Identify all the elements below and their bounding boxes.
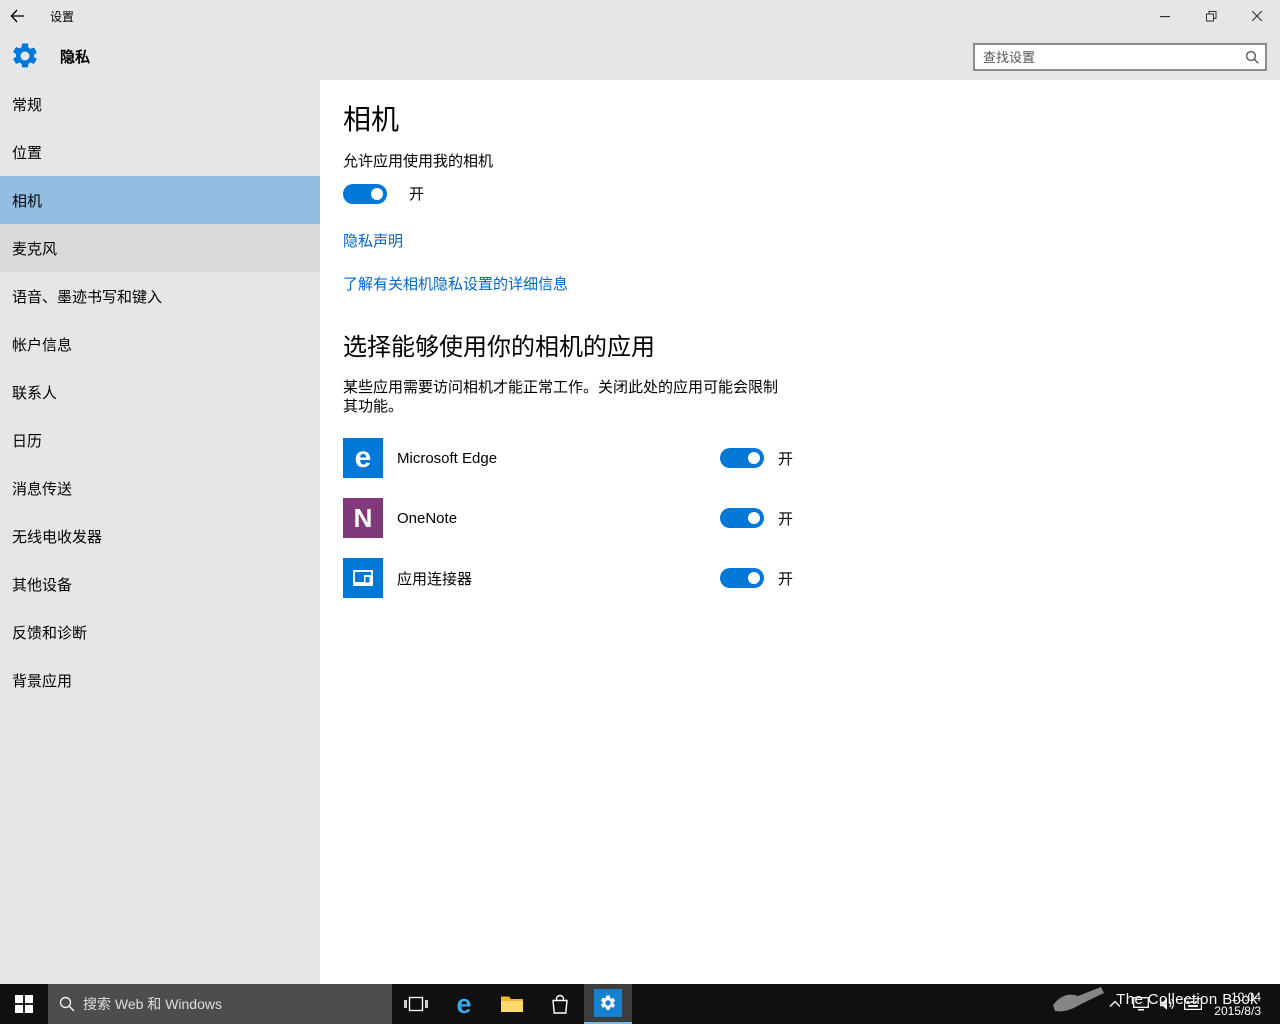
toggle-knob — [748, 572, 760, 584]
window-title: 设置 — [50, 8, 74, 25]
sidebar-item-speech-inking-typing[interactable]: 语音、墨迹书写和键入 — [0, 272, 320, 320]
app-name: OneNote — [397, 510, 720, 527]
sidebar-item-microphone[interactable]: 麦克风 — [0, 224, 320, 272]
sidebar-item-messaging[interactable]: 消息传送 — [0, 464, 320, 512]
task-view-icon — [404, 994, 428, 1014]
app-row-edge: e Microsoft Edge 开 — [343, 438, 1280, 478]
taskbar-clock[interactable]: 10:04 2015/8/3 — [1206, 990, 1275, 1018]
taskbar: e 10:04 2015/8/3 — [0, 984, 1280, 1024]
sidebar-item-background-apps[interactable]: 背景应用 — [0, 656, 320, 704]
system-tray: 10:04 2015/8/3 — [1102, 984, 1280, 1024]
privacy-sidebar: 常规 位置 相机 麦克风 语音、墨迹书写和键入 帐户信息 联系人 日历 消息传送… — [0, 80, 320, 984]
taskbar-settings-button[interactable] — [584, 984, 632, 1024]
sidebar-item-account-info[interactable]: 帐户信息 — [0, 320, 320, 368]
app-row-app-connector: 应用连接器 开 — [343, 558, 1280, 598]
sidebar-item-other-devices[interactable]: 其他设备 — [0, 560, 320, 608]
close-button[interactable] — [1234, 0, 1280, 32]
learn-more-link[interactable]: 了解有关相机隐私设置的详细信息 — [343, 273, 568, 294]
privacy-statement-link[interactable]: 隐私声明 — [343, 230, 403, 251]
search-icon[interactable] — [1239, 50, 1265, 64]
file-explorer-icon — [500, 994, 524, 1014]
onenote-camera-toggle[interactable] — [720, 508, 764, 528]
toggle-knob — [371, 188, 383, 200]
edge-app-icon: e — [343, 438, 383, 478]
sidebar-item-radios[interactable]: 无线电收发器 — [0, 512, 320, 560]
page-title: 隐私 — [60, 46, 90, 67]
minimize-button[interactable] — [1142, 0, 1188, 32]
caption-buttons — [1142, 0, 1280, 32]
restore-button[interactable] — [1188, 0, 1234, 32]
clock-time: 10:04 — [1214, 990, 1261, 1004]
edge-glyph: e — [355, 438, 372, 478]
app-name: 应用连接器 — [397, 568, 720, 589]
back-arrow-icon — [9, 8, 25, 24]
clock-date: 2015/8/3 — [1214, 1004, 1261, 1018]
onenote-toggle-state: 开 — [778, 508, 793, 529]
task-view-button[interactable] — [392, 984, 440, 1024]
settings-gear-icon — [9, 40, 41, 72]
onenote-glyph: N — [354, 503, 373, 534]
store-icon — [550, 993, 570, 1015]
app-connector-toggle-state: 开 — [778, 568, 793, 589]
close-icon — [1252, 11, 1262, 21]
settings-search-box[interactable] — [973, 43, 1267, 71]
taskbar-search-icon — [59, 996, 75, 1012]
minimize-icon — [1160, 11, 1170, 21]
app-connector-icon — [343, 558, 383, 598]
taskbar-search-input[interactable] — [83, 996, 392, 1012]
sidebar-item-feedback-diagnostics[interactable]: 反馈和诊断 — [0, 608, 320, 656]
network-display-icon — [1133, 997, 1149, 1011]
toggle-knob — [748, 512, 760, 524]
app-name: Microsoft Edge — [397, 450, 720, 467]
content-title: 相机 — [343, 102, 1280, 138]
edge-browser-icon: e — [456, 991, 471, 1018]
onenote-app-icon: N — [343, 498, 383, 538]
sidebar-item-camera[interactable]: 相机 — [0, 176, 320, 224]
back-button[interactable] — [0, 0, 34, 32]
allow-camera-label: 允许应用使用我的相机 — [343, 150, 1280, 171]
page-header: 隐私 — [0, 32, 90, 80]
windows-logo-icon — [15, 995, 33, 1013]
app-connector-camera-toggle[interactable] — [720, 568, 764, 588]
camera-master-toggle-row: 开 — [343, 183, 1280, 204]
choose-apps-description: 某些应用需要访问相机才能正常工作。关闭此处的应用可能会限制其功能。 — [343, 378, 788, 416]
tray-network-button[interactable] — [1128, 984, 1154, 1024]
sidebar-item-general[interactable]: 常规 — [0, 80, 320, 128]
camera-settings-content: 相机 允许应用使用我的相机 开 隐私声明 了解有关相机隐私设置的详细信息 选择能… — [320, 80, 1280, 984]
settings-app-icon — [594, 989, 622, 1017]
camera-master-toggle-state: 开 — [409, 183, 424, 204]
start-button[interactable] — [0, 984, 48, 1024]
sidebar-item-contacts[interactable]: 联系人 — [0, 368, 320, 416]
speaker-icon — [1159, 997, 1175, 1011]
app-permission-list: e Microsoft Edge 开 N OneNote 开 应用连接器 开 — [343, 438, 1280, 598]
edge-camera-toggle[interactable] — [720, 448, 764, 468]
settings-search-input[interactable] — [975, 50, 1239, 65]
taskbar-file-explorer-button[interactable] — [488, 984, 536, 1024]
taskbar-search-box[interactable] — [48, 984, 392, 1024]
toggle-knob — [748, 452, 760, 464]
tray-overflow-button[interactable] — [1102, 984, 1128, 1024]
camera-master-toggle[interactable] — [343, 184, 387, 204]
touch-keyboard-icon — [1184, 998, 1202, 1010]
taskbar-spacer — [632, 984, 1102, 1024]
tray-keyboard-button[interactable] — [1180, 984, 1206, 1024]
edge-toggle-state: 开 — [778, 448, 793, 469]
titlebar: 设置 — [0, 0, 1280, 32]
tray-volume-button[interactable] — [1154, 984, 1180, 1024]
choose-apps-title: 选择能够使用你的相机的应用 — [343, 332, 1280, 364]
chevron-up-icon — [1109, 1000, 1121, 1008]
app-row-onenote: N OneNote 开 — [343, 498, 1280, 538]
taskbar-store-button[interactable] — [536, 984, 584, 1024]
window-chrome: 设置 隐私 — [0, 0, 1280, 80]
taskbar-edge-button[interactable]: e — [440, 984, 488, 1024]
restore-icon — [1206, 11, 1217, 22]
sidebar-item-location[interactable]: 位置 — [0, 128, 320, 176]
sidebar-item-calendar[interactable]: 日历 — [0, 416, 320, 464]
